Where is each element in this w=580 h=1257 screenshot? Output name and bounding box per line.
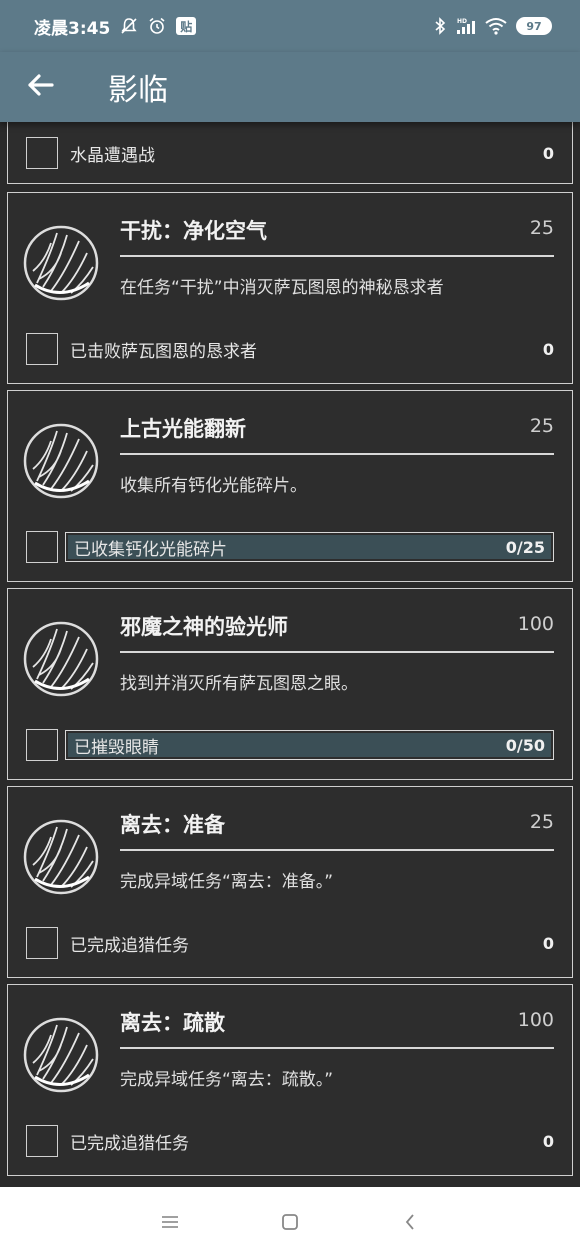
triumph-description: 完成异域任务“离去：疏散。” xyxy=(120,1070,334,1090)
objective-row: 已击败萨瓦图恩的恳求者 0 xyxy=(26,333,554,365)
page-title: 影临 xyxy=(108,73,168,108)
objective-checkbox[interactable] xyxy=(26,531,58,563)
triumph-description: 完成异域任务“离去：准备。” xyxy=(120,872,334,892)
objective-label: 已击败萨瓦图恩的恳求者 xyxy=(70,341,257,362)
triumph-description: 在任务“干扰”中消灭萨瓦图恩的神秘恳求者 xyxy=(120,278,444,298)
objective-value: 0 xyxy=(542,1131,554,1151)
bell-off-icon xyxy=(120,17,138,35)
menu-button[interactable] xyxy=(110,1187,230,1257)
signal-icon: HD xyxy=(454,17,476,35)
objective-label: 已完成追猎任务 xyxy=(70,1133,189,1154)
objective-checkbox[interactable] xyxy=(26,333,58,365)
triumph-title: 离去：准备 xyxy=(120,813,225,837)
objective-row: 水晶遭遇战 0 xyxy=(26,137,554,169)
status-time: 凌晨3:45 xyxy=(34,18,111,39)
triumph-card[interactable]: 干扰：净化空气 25 在任务“干扰”中消灭萨瓦图恩的神秘恳求者 已击败萨瓦图恩的… xyxy=(7,192,573,384)
system-nav-bar xyxy=(0,1187,580,1257)
battery-indicator: 97 xyxy=(516,17,552,35)
objective-row: 已收集钙化光能碎片 0/25 xyxy=(26,531,554,563)
objective-label: 已完成追猎任务 xyxy=(70,935,189,956)
triumph-title: 上古光能翻新 xyxy=(120,417,246,441)
objective-value: 0 xyxy=(542,933,554,953)
objective-value: 0/50 xyxy=(505,735,545,755)
objective-progress-bar: 已收集钙化光能碎片 0/25 xyxy=(65,532,554,562)
triumph-score: 25 xyxy=(529,811,554,833)
triumph-description: 找到并消灭所有萨瓦图恩之眼。 xyxy=(120,674,358,694)
triumph-emblem-icon xyxy=(23,819,99,895)
objective-checkbox[interactable] xyxy=(26,729,58,761)
objective-checkbox[interactable] xyxy=(26,137,58,169)
triumph-score: 100 xyxy=(517,1009,554,1031)
title-divider xyxy=(120,1047,554,1049)
chevron-left-icon xyxy=(405,1214,414,1230)
triumph-title: 邪魔之神的验光师 xyxy=(120,615,288,639)
objective-label: 已摧毁眼睛 xyxy=(74,737,159,758)
arrow-left-icon xyxy=(26,71,54,103)
triumph-title: 离去：疏散 xyxy=(120,1011,225,1035)
triumph-emblem-icon xyxy=(23,1017,99,1093)
triumph-description: 收集所有钙化光能碎片。 xyxy=(120,476,307,496)
bluetooth-icon xyxy=(434,17,446,35)
hd-label: HD xyxy=(457,18,467,25)
triumph-score: 25 xyxy=(529,217,554,239)
title-divider xyxy=(120,255,554,257)
triumph-card[interactable]: 离去：疏散 100 完成异域任务“离去：疏散。” 已完成追猎任务 0 xyxy=(7,984,573,1176)
home-square-icon xyxy=(282,1214,298,1230)
triumph-card[interactable]: 邪魔之神的验光师 100 找到并消灭所有萨瓦图恩之眼。 已摧毁眼睛 0/50 xyxy=(7,588,573,780)
objective-value: 0 xyxy=(542,339,554,359)
sticker-notification-icon: 贴 xyxy=(176,17,197,35)
title-divider xyxy=(120,453,554,455)
triumph-score: 100 xyxy=(517,613,554,635)
app-bar: 影临 xyxy=(0,52,580,122)
alarm-clock-icon xyxy=(148,17,166,35)
triumph-score: 25 xyxy=(529,415,554,437)
objective-checkbox[interactable] xyxy=(26,1125,58,1157)
objective-value: 0/25 xyxy=(505,537,545,557)
menu-icon xyxy=(162,1216,178,1228)
triumph-emblem-icon xyxy=(23,225,99,301)
back-button[interactable] xyxy=(0,52,80,122)
triumph-title: 干扰：净化空气 xyxy=(120,219,267,243)
objective-row: 已摧毁眼睛 0/50 xyxy=(26,729,554,761)
triumph-card-partial: 水晶遭遇战 0 xyxy=(7,122,573,184)
objective-value: 0 xyxy=(542,143,554,163)
objective-row: 已完成追猎任务 0 xyxy=(26,927,554,959)
objective-checkbox[interactable] xyxy=(26,927,58,959)
triumph-list[interactable]: 水晶遭遇战 0 干扰：净化空气 25 在任务“干扰”中消灭萨瓦图恩的神秘恳求者 … xyxy=(0,122,580,1187)
objective-row: 已完成追猎任务 0 xyxy=(26,1125,554,1157)
home-button[interactable] xyxy=(230,1187,350,1257)
triumph-emblem-icon xyxy=(23,423,99,499)
status-bar: 凌晨3:45 贴 HD 97 xyxy=(0,0,580,52)
objective-progress-bar: 已摧毁眼睛 0/50 xyxy=(65,730,554,760)
triumph-card[interactable]: 离去：准备 25 完成异域任务“离去：准备。” 已完成追猎任务 0 xyxy=(7,786,573,978)
objective-label: 已收集钙化光能碎片 xyxy=(74,539,227,560)
system-back-button[interactable] xyxy=(350,1187,470,1257)
title-divider xyxy=(120,849,554,851)
triumph-emblem-icon xyxy=(23,621,99,697)
title-divider xyxy=(120,651,554,653)
objective-label: 水晶遭遇战 xyxy=(70,145,155,166)
triumph-card[interactable]: 上古光能翻新 25 收集所有钙化光能碎片。 已收集钙化光能碎片 0/25 xyxy=(7,390,573,582)
wifi-icon xyxy=(484,17,508,35)
